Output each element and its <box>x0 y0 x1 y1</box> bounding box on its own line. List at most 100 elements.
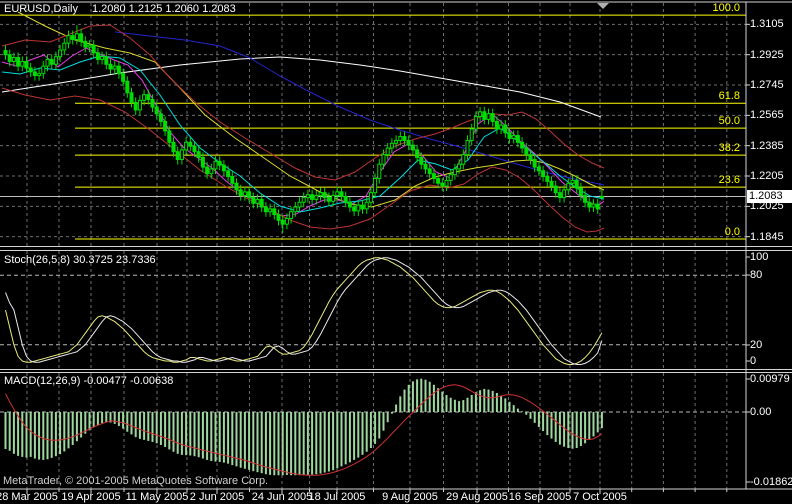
candle-body <box>474 117 477 129</box>
candle-body <box>399 137 402 141</box>
candle-body <box>84 41 87 47</box>
candle-body <box>592 204 595 207</box>
candle-body <box>579 188 582 196</box>
candle-body <box>33 72 36 76</box>
candle-body <box>336 192 339 196</box>
candle-body <box>214 161 217 169</box>
candle-body <box>4 50 7 54</box>
candle-body <box>470 129 473 140</box>
candle-body <box>46 59 49 66</box>
candle-body <box>382 155 385 165</box>
macd-tick-label: -0.01862 <box>750 476 792 488</box>
candle-body <box>227 171 230 177</box>
candle-body <box>458 164 461 169</box>
candle-body <box>416 150 419 158</box>
candle-body <box>374 179 377 193</box>
symbol-period-label: EURUSD,Daily <box>4 3 78 15</box>
stoch-tick-label: 100 <box>750 251 768 263</box>
candle-body <box>403 137 406 141</box>
candle-body <box>138 100 141 110</box>
candle-body <box>596 204 599 209</box>
candle-body <box>42 66 45 74</box>
fibonacci-level-label: 23.6 <box>600 174 740 186</box>
candle-body <box>189 142 192 146</box>
candle-body <box>277 215 280 221</box>
price-tick-label: 1.2925 <box>750 49 784 61</box>
candle-body <box>428 169 431 174</box>
price-tick-label: 1.2205 <box>750 170 784 182</box>
chart-window: EURUSD,Daily1.2080 1.2125 1.2060 1.2083 … <box>0 0 792 504</box>
stochastic-indicator-label: Stoch(26,5,8) 30.3725 23.7336 <box>4 254 156 266</box>
candle-body <box>508 133 511 139</box>
candle-body <box>462 155 465 165</box>
price-tick-label: 1.3105 <box>750 18 784 30</box>
candle-body <box>546 177 549 182</box>
candle-body <box>172 142 175 151</box>
candle-body <box>54 57 57 65</box>
candle-body <box>105 57 108 65</box>
candle-body <box>8 55 11 62</box>
candle-body <box>71 36 74 40</box>
candle-body <box>159 114 162 122</box>
candle-body <box>222 165 225 171</box>
candle-body <box>353 207 356 211</box>
candle-body <box>252 198 255 204</box>
chart-title: EURUSD,Daily1.2080 1.2125 1.2060 1.2083 <box>4 3 236 15</box>
candle-body <box>378 164 381 178</box>
candle-body <box>512 136 515 139</box>
candle-body <box>567 183 570 190</box>
candle-body <box>420 157 423 164</box>
price-tick-label: 1.2745 <box>750 79 784 91</box>
candle-body <box>571 180 574 183</box>
candle-body <box>269 209 272 212</box>
fibonacci-level-label: 61.8 <box>600 90 740 102</box>
macd-tick-label: 0.00 <box>750 406 771 418</box>
candle-body <box>479 112 482 117</box>
fibonacci-level-label: 0.0 <box>600 226 740 238</box>
candle-body <box>67 36 70 44</box>
candle-body <box>311 195 314 200</box>
price-tick-label: 1.2025 <box>750 200 784 212</box>
candle-body <box>294 207 297 212</box>
candle-body <box>126 81 129 92</box>
candle-body <box>80 34 83 42</box>
candle-body <box>542 171 545 177</box>
chart-canvas[interactable] <box>0 0 792 504</box>
macd-tick-label: 0.00979 <box>750 373 790 385</box>
candle-body <box>21 61 24 66</box>
candle-body <box>327 198 330 202</box>
candle-body <box>63 43 66 50</box>
candle-body <box>180 150 183 160</box>
fibonacci-level-label: 100.0 <box>600 2 740 14</box>
candle-body <box>25 61 28 68</box>
candle-body <box>600 197 603 198</box>
candle-body <box>365 202 368 209</box>
stoch-tick-label: 0 <box>750 355 756 367</box>
candle-body <box>533 159 536 167</box>
candle-body <box>306 195 309 198</box>
candle-body <box>483 112 486 120</box>
date-label: 18 Jul 2005 <box>295 491 379 503</box>
candle-body <box>155 107 158 114</box>
candle-body <box>193 146 196 152</box>
candle-body <box>164 121 167 130</box>
candle-body <box>88 45 91 47</box>
fibonacci-level-label: 38.2 <box>600 142 740 154</box>
candle-body <box>424 164 427 169</box>
candle-body <box>113 66 116 69</box>
candle-body <box>344 197 347 203</box>
candle-body <box>529 155 532 160</box>
candle-body <box>281 220 284 224</box>
candle-body <box>315 196 318 200</box>
candle-body <box>525 148 528 155</box>
candle-body <box>50 59 53 64</box>
candle-body <box>302 198 305 203</box>
candle-body <box>134 102 137 110</box>
watermark-credit: MetaTrader, © 2001-2005 MetaQuotes Softw… <box>3 475 268 487</box>
candle-body <box>75 34 78 40</box>
candle-body <box>340 192 343 197</box>
candle-body <box>453 169 456 175</box>
price-tick-label: 1.1845 <box>750 231 784 243</box>
price-tick-label: 1.2385 <box>750 140 784 152</box>
candle-body <box>504 125 507 133</box>
